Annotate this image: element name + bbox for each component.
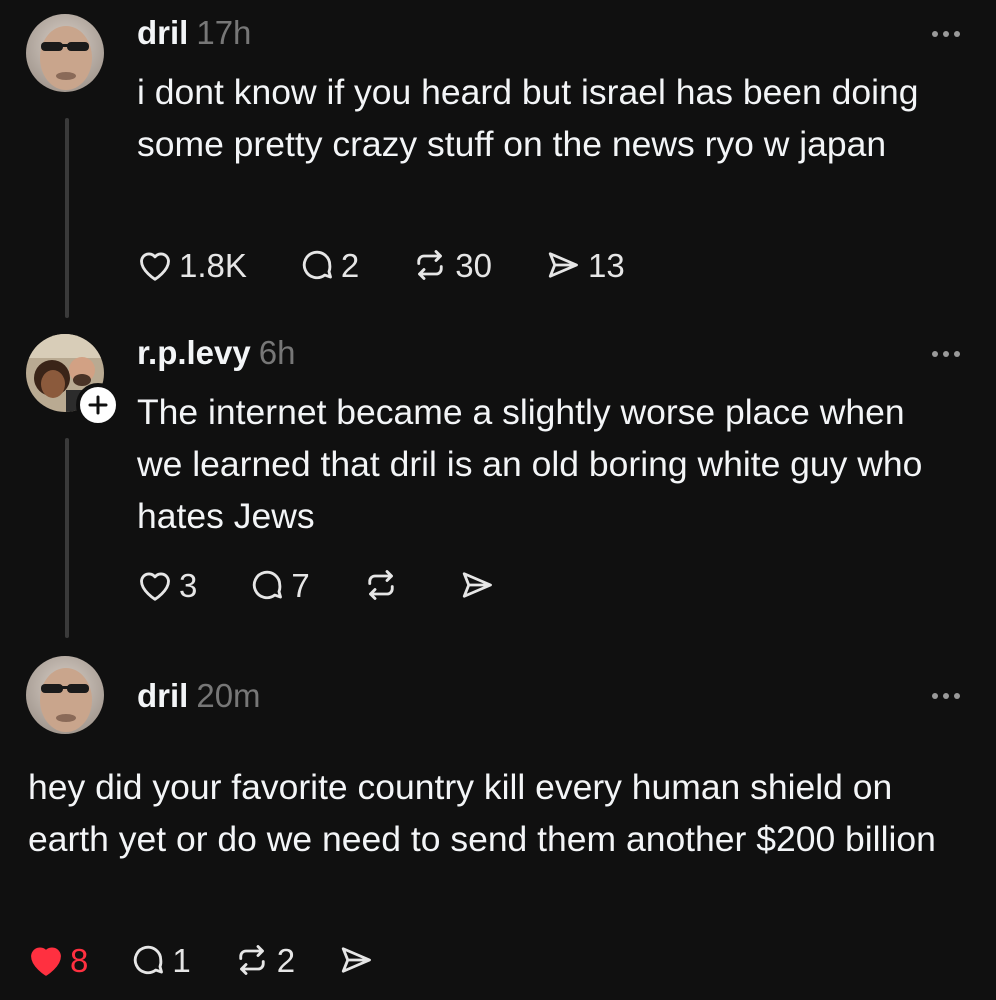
timestamp: 20m [196,677,261,714]
heart-icon [31,947,61,976]
repost-count: 2 [276,941,296,979]
reply-count: 1 [172,941,191,979]
share-icon [341,947,372,973]
reply-icon [134,945,164,975]
post-3: dril 20m hey did your favorite country ki… [0,0,996,1000]
post-text: hey did your favorite country kill every… [28,767,936,859]
share-button[interactable] [337,942,381,978]
like-count: 8 [70,941,89,979]
reply-button[interactable]: 1 [130,941,191,979]
username[interactable]: dril [137,677,188,714]
repost-icon [239,945,265,975]
action-bar: 8 1 2 [28,940,427,980]
post-header: dril 20m [137,679,261,712]
like-button[interactable]: 8 [28,943,88,977]
repost-button[interactable]: 2 [233,942,295,978]
avatar-image [26,656,104,734]
more-icon[interactable] [932,693,960,699]
avatar-dril[interactable] [26,656,104,734]
